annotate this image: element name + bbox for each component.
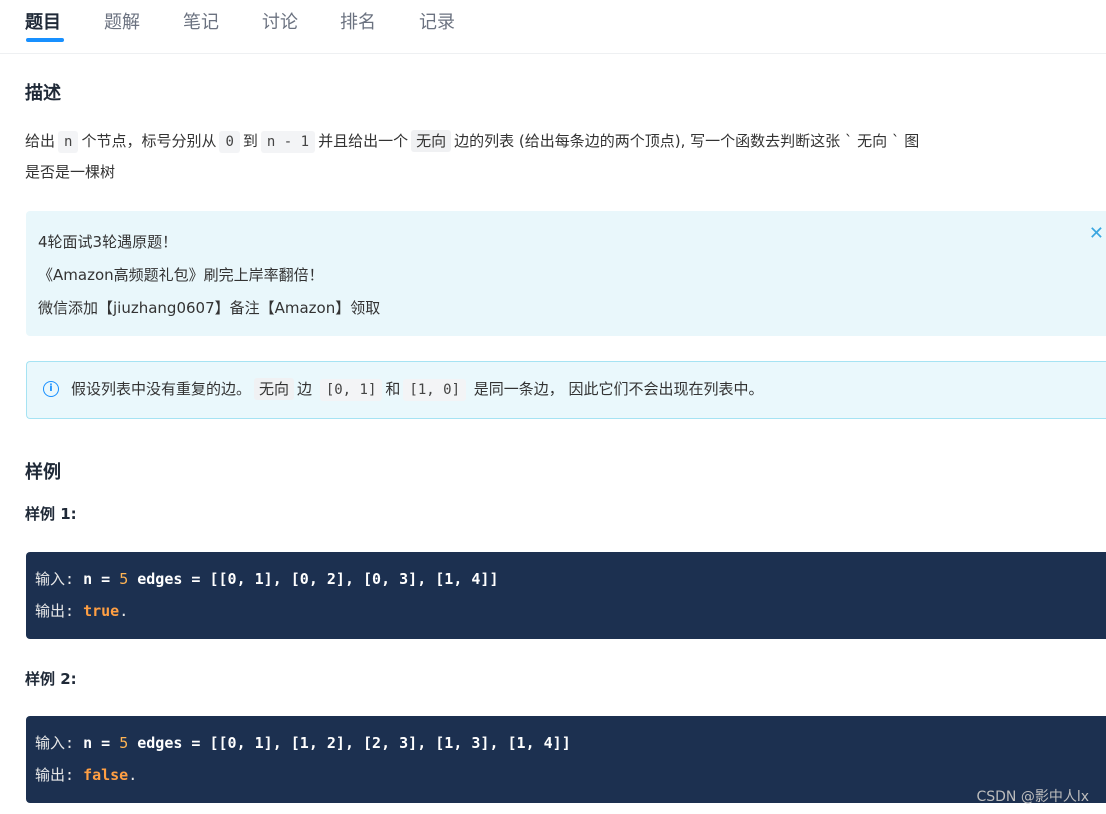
n-value: 5 — [119, 570, 129, 588]
input-label: 输入: — [35, 570, 75, 588]
desc-text: 给出 — [25, 132, 56, 150]
note-chip: 无向 — [254, 378, 295, 400]
description-title: 描述 — [25, 83, 61, 104]
output-label: 输出: — [35, 602, 75, 620]
promo-line: 微信添加【jiuzhang0607】备注【Amazon】领取 — [38, 299, 381, 317]
tab-notes[interactable]: 笔记 — [183, 8, 219, 34]
example-2-title: 样例 2: — [25, 670, 77, 688]
code-input-row: 输入: n = 5 edges = [[0, 1], [0, 2], [0, 3… — [35, 566, 1106, 598]
info-icon: i — [43, 381, 59, 397]
promo-banner: 4轮面试3轮遇原题！ 《Amazon高频题礼包》刷完上岸率翻倍！ 微信添加【ji… — [26, 211, 1106, 336]
desc-text: 到 — [242, 132, 258, 150]
desc-text: 边的列表 (给出每条边的两个顶点), 写一个函数去判断这张 ` 无向 ` 图 — [454, 132, 920, 150]
tab-ranking[interactable]: 排名 — [340, 8, 376, 34]
edges-text: edges = [[0, 1], [0, 2], [0, 3], [1, 4]] — [128, 570, 499, 588]
output-end: . — [128, 766, 138, 784]
desc-code: n — [58, 131, 79, 153]
note-code: [1, 0] — [403, 379, 466, 401]
note-text-part: 和 — [385, 380, 401, 398]
tab-discussion[interactable]: 讨论 — [262, 8, 298, 34]
code-output-row: 输出: true. — [35, 598, 1106, 630]
desc-code: 0 — [219, 131, 240, 153]
tab-problem[interactable]: 题目 — [25, 8, 61, 34]
edges-text: edges = [[0, 1], [1, 2], [2, 3], [1, 3],… — [128, 734, 571, 752]
tab-solutions[interactable]: 题解 — [104, 8, 140, 34]
promo-line: 《Amazon高频题礼包》刷完上岸率翻倍！ — [38, 266, 324, 284]
n-text: n = — [83, 570, 120, 588]
watermark: CSDN @影中人lx — [976, 789, 1089, 805]
output-end: . — [119, 602, 129, 620]
example-1-codeblock: 输入: n = 5 edges = [[0, 1], [0, 2], [0, 3… — [26, 552, 1106, 639]
promo-line: 4轮面试3轮遇原题！ — [38, 233, 178, 251]
description-text: 给出 n 个节点，标号分别从 0 到 n - 1 并且给出一个 无向 边的列表 (给出每条边的两… — [25, 126, 1106, 188]
desc-text: 是否是一棵树 — [25, 163, 116, 181]
output-value: true — [83, 602, 120, 620]
code-output-row: 输出: false. — [35, 762, 1106, 794]
n-text: n = — [83, 734, 120, 752]
desc-code: n - 1 — [260, 131, 316, 153]
input-label: 输入: — [35, 734, 75, 752]
tab-bar: 题目 题解 笔记 讨论 排名 记录 — [0, 0, 1106, 54]
note-text: 假设列表中没有重复的边。 无向边 [0, 1] 和 [1, 0] 是同一条边， 因此它… — [71, 378, 764, 401]
note-text-part: 边 — [297, 380, 313, 398]
desc-chip: 无向 — [411, 130, 452, 152]
tab-records[interactable]: 记录 — [419, 8, 455, 34]
output-label: 输出: — [35, 766, 75, 784]
desc-text: 个节点，标号分别从 — [81, 132, 217, 150]
active-tab-indicator — [26, 38, 64, 42]
code-input-row: 输入: n = 5 edges = [[0, 1], [1, 2], [2, 3… — [35, 730, 1106, 762]
output-value: false — [83, 766, 129, 784]
note-code: [0, 1] — [319, 379, 383, 401]
n-value: 5 — [119, 734, 129, 752]
example-2-codeblock: 输入: n = 5 edges = [[0, 1], [1, 2], [2, 3… — [26, 716, 1106, 803]
desc-text: 并且给出一个 — [318, 132, 409, 150]
note-text-part: 假设列表中没有重复的边。 — [71, 380, 252, 398]
example-1-title: 样例 1: — [25, 505, 77, 523]
info-note: i 假设列表中没有重复的边。 无向边 [0, 1] 和 [1, 0] 是同一条边， 因… — [26, 361, 1106, 419]
note-text-part: 是同一条边， 因此它们不会出现在列表中。 — [473, 380, 764, 398]
examples-title: 样例 — [25, 462, 61, 483]
close-icon[interactable]: ✕ — [1089, 223, 1104, 244]
